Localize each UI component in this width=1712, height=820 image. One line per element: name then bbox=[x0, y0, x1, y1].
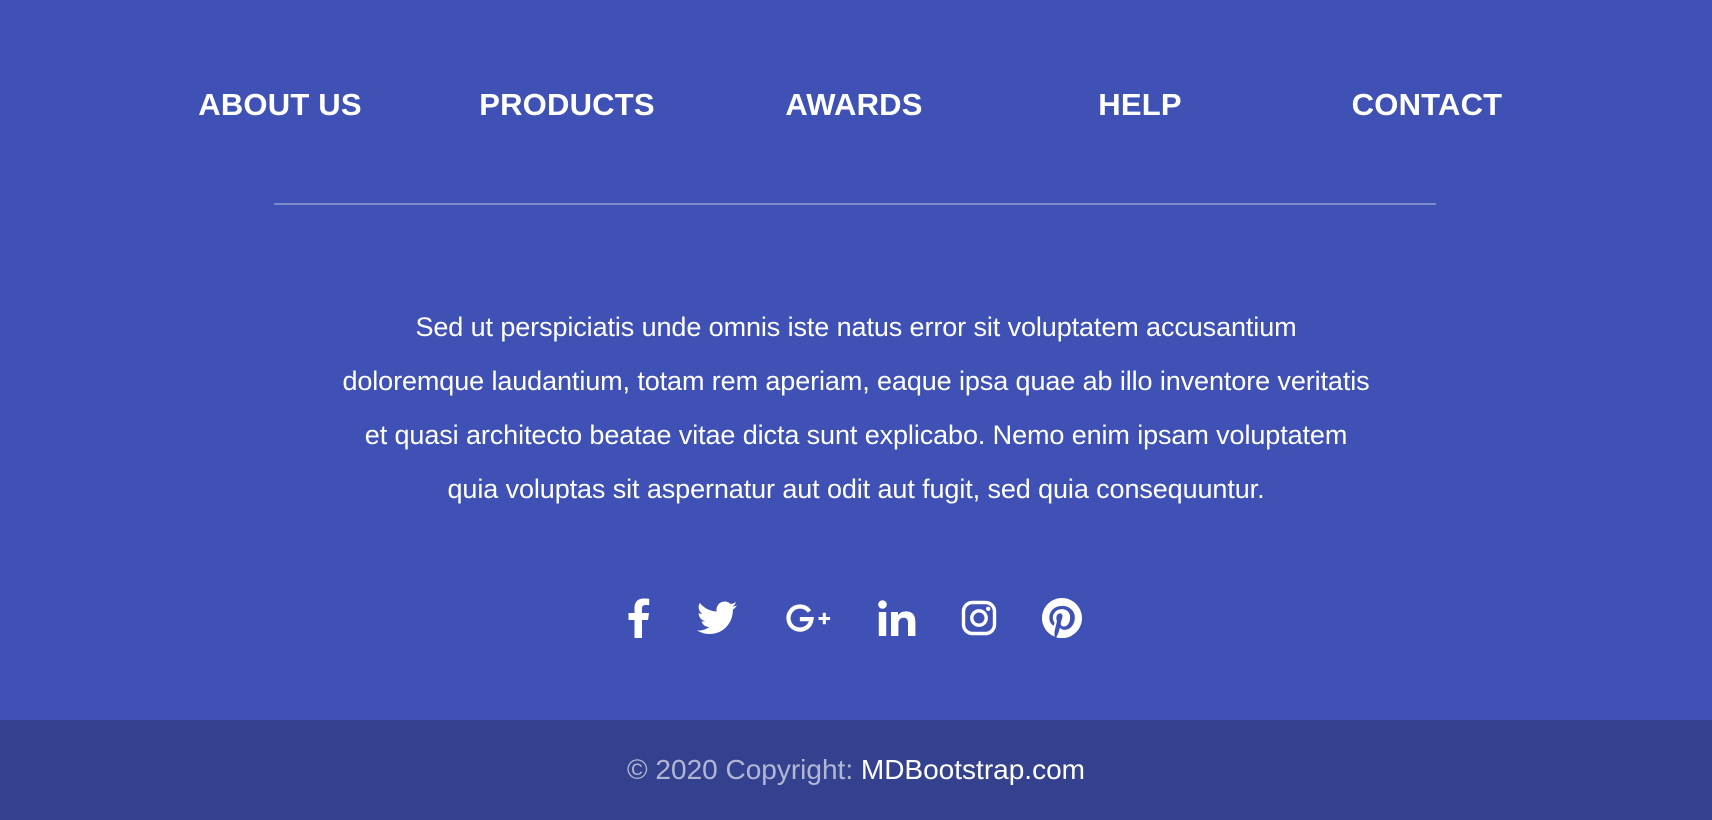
nav-link-awards[interactable]: AWARDS bbox=[734, 80, 974, 130]
instagram-link[interactable] bbox=[955, 594, 1003, 642]
description-line: et quasi architecto beatae vitae dicta s… bbox=[364, 420, 1348, 450]
instagram-icon bbox=[961, 600, 997, 636]
social-links bbox=[0, 594, 1712, 642]
description-line: quia voluptas sit aspernatur aut odit au… bbox=[447, 474, 1265, 504]
copyright-bar: © 2020 Copyright: MDBootstrap.com bbox=[0, 720, 1712, 820]
footer-divider bbox=[274, 203, 1436, 205]
footer-nav: ABOUT US PRODUCTS AWARDS HELP CONTACT bbox=[0, 80, 1712, 130]
copyright-text: © 2020 Copyright: bbox=[627, 754, 854, 785]
footer-description: Sed ut perspiciatis unde omnis iste natu… bbox=[292, 300, 1420, 516]
description-line: doloremque laudantium, totam rem aperiam… bbox=[342, 366, 1370, 396]
pinterest-link[interactable] bbox=[1038, 594, 1086, 642]
pinterest-icon bbox=[1042, 598, 1082, 638]
nav-link-help[interactable]: HELP bbox=[1020, 80, 1260, 130]
google-plus-link[interactable] bbox=[784, 594, 832, 642]
page-footer: ABOUT US PRODUCTS AWARDS HELP CONTACT Se… bbox=[0, 0, 1712, 820]
google-plus-icon bbox=[786, 604, 831, 632]
facebook-icon bbox=[628, 598, 650, 638]
facebook-link[interactable] bbox=[614, 594, 662, 642]
twitter-link[interactable] bbox=[693, 594, 741, 642]
twitter-icon bbox=[697, 601, 737, 634]
nav-link-contact[interactable]: CONTACT bbox=[1307, 80, 1547, 130]
linkedin-icon bbox=[878, 600, 916, 636]
linkedin-link[interactable] bbox=[873, 594, 921, 642]
nav-link-products[interactable]: PRODUCTS bbox=[447, 80, 687, 130]
copyright-link[interactable]: MDBootstrap.com bbox=[861, 754, 1085, 785]
nav-link-about-us[interactable]: ABOUT US bbox=[160, 80, 400, 130]
description-line: Sed ut perspiciatis unde omnis iste natu… bbox=[415, 312, 1297, 342]
